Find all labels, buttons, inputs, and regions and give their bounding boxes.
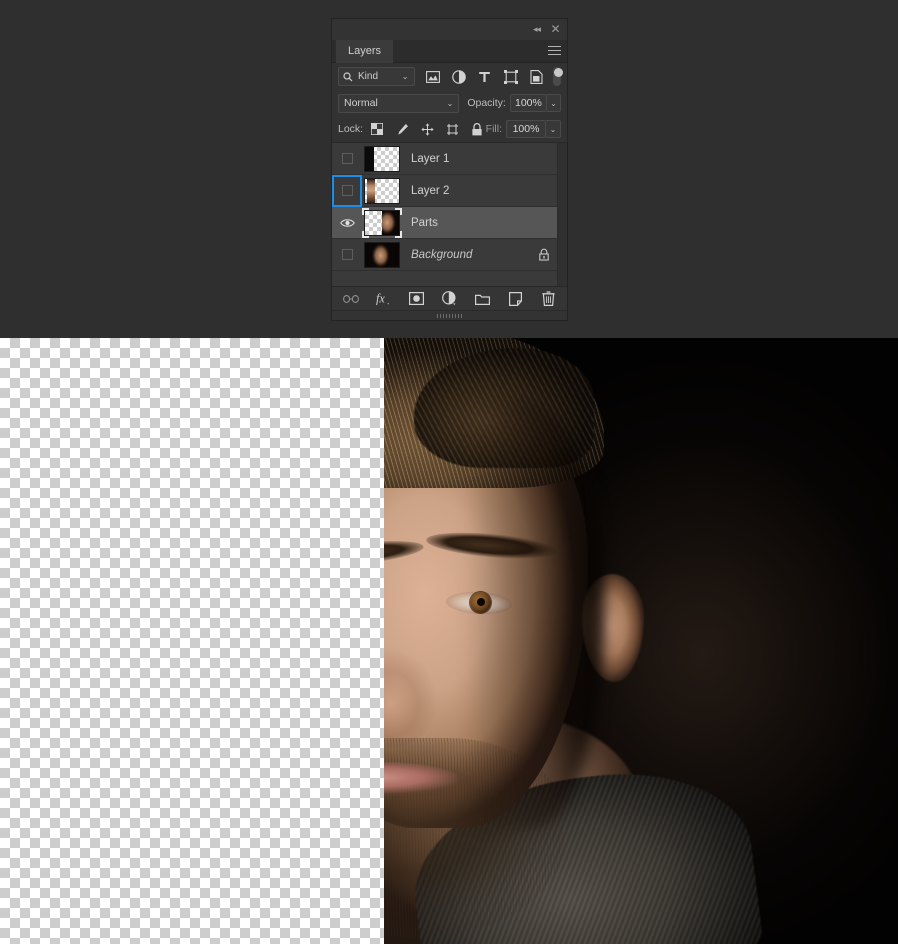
lock-position-icon[interactable] <box>420 122 434 136</box>
eye-icon <box>340 218 355 228</box>
table-row[interactable]: Background <box>332 239 567 271</box>
lock-label: Lock: <box>338 123 364 135</box>
filter-row: Kind ⌄ <box>332 63 567 90</box>
table-row[interactable]: Layer 2 <box>332 174 567 207</box>
layer-name[interactable]: Parts <box>411 217 567 229</box>
collapse-panel-icon[interactable]: ◂◂ <box>530 23 543 36</box>
filter-kind-select[interactable]: Kind ⌄ <box>338 67 415 86</box>
layer-list[interactable]: Layer 1 Layer 2 Parts Background <box>332 142 567 286</box>
layer-thumbnail[interactable] <box>364 145 400 172</box>
lock-image-pixels-icon[interactable] <box>395 122 409 136</box>
filter-shape-icon[interactable] <box>503 69 519 85</box>
eye-off-icon <box>341 153 353 164</box>
lock-row: Lock: Fill: 100% ⌄ <box>332 116 567 142</box>
layer-locked-icon <box>538 248 551 261</box>
layers-panel-footer: fx <box>332 286 567 310</box>
layer-name[interactable]: Background <box>411 249 538 261</box>
layer-thumbnail[interactable] <box>364 241 400 268</box>
layer-visibility-toggle[interactable] <box>332 239 362 271</box>
canvas-transparent-region[interactable] <box>0 338 384 944</box>
layers-panel: ◂◂ ✕ Layers Kind ⌄ Normal ⌄ Opacity: 100… <box>331 18 568 321</box>
app-root: ◂◂ ✕ Layers Kind ⌄ Normal ⌄ Opacity: 100… <box>0 0 898 944</box>
add-layer-mask-icon[interactable] <box>409 291 425 307</box>
lock-artboard-nesting-icon[interactable] <box>445 122 459 136</box>
fill-input[interactable]: 100% <box>506 120 546 138</box>
blend-mode-value: Normal <box>344 97 378 109</box>
eye-off-icon <box>341 249 353 260</box>
new-layer-icon[interactable] <box>508 291 524 307</box>
new-group-icon[interactable] <box>475 291 491 307</box>
lock-all-icon[interactable] <box>470 122 484 136</box>
fill-stepper[interactable]: ⌄ <box>546 120 561 138</box>
new-adjustment-layer-icon[interactable] <box>442 291 458 307</box>
lock-transparent-pixels-icon[interactable] <box>370 122 384 136</box>
layer-visibility-toggle[interactable] <box>332 207 362 239</box>
panel-tabbar: Layers <box>332 40 567 63</box>
opacity-stepper[interactable]: ⌄ <box>547 94 561 112</box>
filter-adjustment-icon[interactable] <box>451 69 467 85</box>
panel-body: Kind ⌄ Normal ⌄ Opacity: 100% ⌄ Lock: Fi… <box>332 63 567 320</box>
chevron-down-icon: ⌄ <box>401 72 409 81</box>
layer-thumbnail[interactable] <box>362 207 402 238</box>
layer-name[interactable]: Layer 1 <box>411 153 567 165</box>
search-icon <box>343 71 353 82</box>
blend-mode-select[interactable]: Normal ⌄ <box>338 93 460 113</box>
layer-visibility-toggle[interactable] <box>332 143 362 175</box>
panel-menu-icon[interactable] <box>548 46 561 57</box>
filter-type-icons <box>425 69 545 85</box>
fill-label: Fill: <box>485 123 502 135</box>
layer-visibility-toggle[interactable] <box>332 174 362 207</box>
close-panel-icon[interactable]: ✕ <box>549 23 562 36</box>
layer-list-scrollbar[interactable] <box>557 143 567 286</box>
table-row[interactable]: Layer 1 <box>332 143 567 175</box>
panel-titlebar: ◂◂ ✕ <box>332 19 567 40</box>
layer-name[interactable]: Layer 2 <box>411 185 567 197</box>
lock-icons <box>370 122 484 136</box>
filter-smart-object-icon[interactable] <box>529 69 545 85</box>
filter-enable-toggle[interactable] <box>552 67 562 86</box>
link-layers-icon[interactable] <box>342 291 359 307</box>
table-row[interactable]: Parts <box>332 207 567 239</box>
layer-thumbnail[interactable] <box>364 177 400 204</box>
layer-style-fx-icon[interactable]: fx <box>376 291 392 307</box>
document-canvas[interactable] <box>0 338 898 944</box>
filter-type-icon[interactable] <box>477 69 493 85</box>
chevron-down-icon: ⌄ <box>446 98 454 108</box>
canvas-photo-region[interactable] <box>384 338 898 944</box>
eye-off-icon <box>341 185 353 196</box>
filter-pixel-icon[interactable] <box>425 69 441 85</box>
blend-mode-row: Normal ⌄ Opacity: 100% ⌄ <box>332 90 567 116</box>
panel-resize-grip[interactable] <box>332 310 567 320</box>
opacity-input[interactable]: 100% <box>509 94 548 112</box>
delete-layer-icon[interactable] <box>541 291 557 307</box>
tab-layers[interactable]: Layers <box>336 40 394 63</box>
opacity-label: Opacity: <box>467 97 506 109</box>
svg-text:fx: fx <box>376 292 385 306</box>
filter-kind-label: Kind <box>358 71 379 82</box>
